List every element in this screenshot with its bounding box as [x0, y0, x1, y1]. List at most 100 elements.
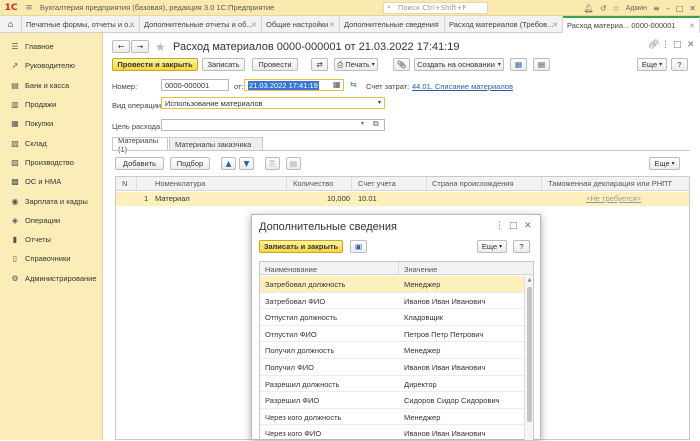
attachment-button[interactable]: 📎︎ [393, 58, 410, 71]
sidebar-item-payroll[interactable]: ◉ Зарплата и кадры [0, 191, 102, 210]
calendar-icon[interactable]: ▦ [333, 80, 341, 89]
dialog-help-button[interactable]: ? [513, 240, 530, 253]
print-button[interactable]: ⎙ Печать ▾ [334, 58, 378, 71]
pick-button[interactable]: Подбор [170, 157, 210, 170]
table-row[interactable]: Затребовал ФИО Иванов Иван Иванович [260, 293, 524, 310]
purpose-field[interactable] [161, 119, 385, 131]
table-row[interactable]: Получил ФИО Иванов Иван Иванович [260, 359, 524, 376]
more-button[interactable]: Еще ▾ [637, 58, 667, 71]
row-value[interactable]: Петров Петр Петрович [404, 330, 483, 339]
scroll-up-icon[interactable]: ▲ [525, 277, 533, 283]
chevron-down-icon[interactable]: ▾ [361, 120, 364, 127]
grid-more-button[interactable]: Еще ▾ [649, 157, 680, 170]
close-tab-icon[interactable]: ✕ [689, 22, 695, 30]
column-header[interactable]: Количество [293, 179, 333, 188]
sidebar-item-manager[interactable]: ↗ Руководителю [0, 56, 102, 75]
row-value[interactable]: Менеджер [404, 280, 440, 289]
cost-account-link[interactable]: 44.01, Списание материалов [412, 82, 513, 91]
sidebar-item-main[interactable]: ☰ Главное [0, 37, 102, 56]
more-options-icon[interactable]: ⋮ [495, 221, 504, 231]
close-tab-icon[interactable]: ✕ [552, 21, 558, 29]
operation-type-select[interactable]: Использование материалов ▾ [161, 97, 385, 109]
sidebar-item-purchases[interactable]: ▦ Покупки [0, 114, 102, 133]
column-header[interactable]: Счет учета [358, 179, 396, 188]
paste-rows-button[interactable]: ▤ [286, 157, 301, 170]
tab-materials[interactable]: Материалы (1) [112, 136, 168, 154]
maximize-form-icon[interactable]: □ [673, 40, 682, 50]
help-button[interactable]: ? [671, 58, 688, 71]
sidebar-item-sales[interactable]: ▥ Продажи [0, 95, 102, 114]
row-value[interactable]: Иванов Иван Иванович [404, 429, 485, 438]
copy-rows-button[interactable]: ⎘ [265, 157, 280, 170]
column-header[interactable]: Номенклатура [155, 179, 205, 188]
row-value[interactable]: Директор [404, 380, 437, 389]
row-account[interactable]: 10.01 [358, 194, 377, 203]
window-tab[interactable]: Общие настройки ✕ [262, 16, 340, 33]
table-row[interactable]: Отпустил должность Кладовщик [260, 309, 524, 326]
user-name[interactable]: Админ [626, 5, 647, 12]
report-button[interactable]: ▤ [533, 58, 550, 71]
settings-icon[interactable]: ≡ [653, 4, 660, 13]
table-row[interactable]: Разрешил должность Директор [260, 376, 524, 393]
close-tab-icon[interactable]: ✕ [251, 21, 257, 29]
create-based-on-button[interactable]: Создать на основании ▾ [414, 58, 504, 71]
close-form-icon[interactable]: ✕ [687, 40, 695, 50]
close-window-icon[interactable]: ✕ [689, 4, 696, 13]
sidebar-item-assets[interactable]: ▩ ОС и НМА [0, 172, 102, 191]
sidebar-item-catalogs[interactable]: ▯ Справочники [0, 249, 102, 268]
minimize-icon[interactable]: – [666, 4, 670, 13]
table-row[interactable]: Через кого ФИО Иванов Иван Иванович [260, 425, 524, 440]
table-row[interactable]: Через кого должность Менеджер [260, 409, 524, 426]
open-icon[interactable]: ⧉ [373, 119, 379, 129]
global-search-input[interactable]: ⌕ Поиск Ctrl+Shift+F [383, 2, 488, 14]
close-dialog-icon[interactable]: ✕ [524, 221, 532, 231]
dialog-more-button[interactable]: Еще ▾ [477, 240, 507, 253]
forward-button[interactable]: → [131, 40, 149, 53]
save-icon-button[interactable]: ▣ [350, 240, 367, 253]
window-tab[interactable]: Расход материалов (Требов... ✕ [445, 16, 563, 33]
table-row[interactable]: 1 Материал 10,000 10.01 <Не требуется> [116, 192, 689, 206]
row-value[interactable]: Кладовщик [404, 313, 443, 322]
sidebar-item-warehouse[interactable]: ▧ Склад [0, 133, 102, 152]
more-options-icon[interactable]: ⋮ [661, 40, 670, 50]
bell-icon[interactable]: 🔔︎ [584, 4, 594, 13]
row-value[interactable]: Иванов Иван Иванович [404, 363, 485, 372]
menu-icon[interactable]: ≡ [22, 1, 36, 15]
maximize-dialog-icon[interactable]: □ [509, 221, 518, 231]
maximize-icon[interactable]: □ [676, 4, 684, 13]
sidebar-item-production[interactable]: ▨ Производство [0, 153, 102, 172]
tab-customer-materials[interactable]: Материалы заказчика [169, 137, 263, 150]
column-header[interactable]: Наименование [265, 265, 317, 274]
number-field[interactable]: 0000-000001 [161, 79, 229, 91]
date-field[interactable]: 21.03.2022 17:41:19 [244, 79, 344, 91]
table-row[interactable]: Получил должность Менеджер [260, 342, 524, 359]
row-value[interactable]: Менеджер [404, 413, 440, 422]
row-customs[interactable]: <Не требуется> [586, 194, 641, 203]
window-tab[interactable]: Дополнительные сведения ✕ [340, 16, 445, 33]
star-icon[interactable]: ☆ [613, 4, 620, 13]
close-tab-icon[interactable]: ✕ [434, 21, 440, 29]
window-tab[interactable]: Дополнительные отчеты и об... ✕ [140, 16, 262, 33]
sidebar-item-bank[interactable]: ▤ Банк и касса [0, 76, 102, 95]
sidebar-item-reports[interactable]: ▮ Отчеты [0, 230, 102, 249]
scroll-thumb[interactable] [527, 287, 532, 422]
favorite-star-icon[interactable]: ★ [155, 40, 166, 54]
row-value[interactable]: Сидоров Сидор Сидорович [404, 396, 500, 405]
window-tab-active[interactable]: Расход материа... 0000-000001 ✕ [563, 16, 700, 33]
row-value[interactable]: Менеджер [404, 346, 440, 355]
post-button[interactable]: Провести [252, 58, 298, 71]
table-row[interactable]: Отпустил ФИО Петров Петр Петрович [260, 326, 524, 343]
close-tab-icon[interactable]: ✕ [329, 21, 335, 29]
posting-journal-button[interactable]: ⇄ [311, 58, 328, 71]
column-header[interactable]: Страна происхождения [432, 179, 514, 188]
row-item[interactable]: Материал [155, 194, 190, 203]
home-icon[interactable]: ⌂ [0, 16, 22, 33]
move-down-button[interactable]: ▼ [239, 157, 254, 170]
save-and-close-button[interactable]: Записать и закрыть [259, 240, 343, 253]
back-button[interactable]: ← [112, 40, 130, 53]
sidebar-item-operations[interactable]: ◈ Операции [0, 211, 102, 230]
column-header[interactable]: N [122, 179, 127, 188]
save-button[interactable]: Записать [202, 58, 245, 71]
column-header[interactable]: Значение [404, 265, 437, 274]
date-action-icon[interactable]: ⇆ [350, 80, 357, 89]
